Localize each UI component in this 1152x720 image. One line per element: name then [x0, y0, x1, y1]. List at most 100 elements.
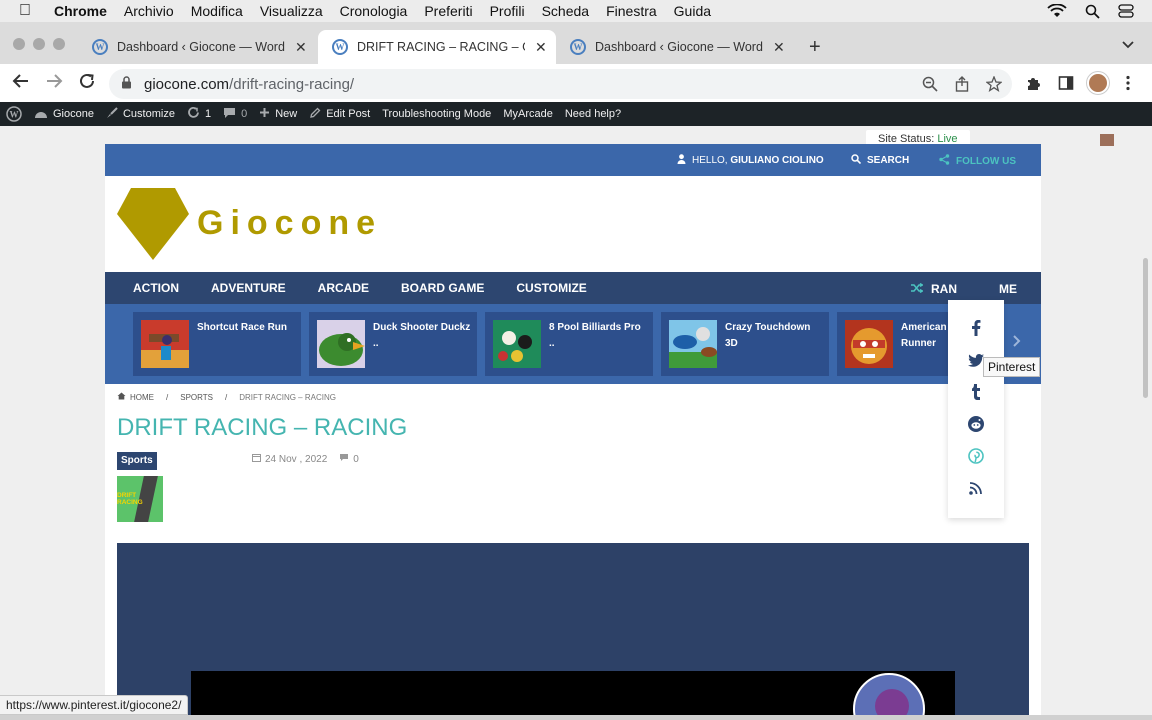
forward-button[interactable]	[45, 72, 63, 95]
post-date: 24 Nov , 2022	[265, 453, 328, 465]
nav-customize[interactable]: CUSTOMIZE	[516, 281, 586, 295]
menu-profili[interactable]: Profili	[490, 3, 525, 19]
breadcrumb-section[interactable]: SPORTS	[180, 393, 213, 402]
admin-avatar[interactable]	[1100, 134, 1114, 146]
tumblr-icon[interactable]	[968, 384, 984, 400]
game-thumbnail	[141, 320, 189, 368]
window-zoom-button[interactable]	[53, 38, 65, 50]
apple-menu-icon[interactable]: 	[19, 2, 37, 20]
facebook-icon[interactable]	[968, 320, 984, 336]
admin-customize-link[interactable]: Customize	[106, 106, 175, 122]
menu-chrome[interactable]: Chrome	[54, 3, 107, 19]
game-title: 8 Pool Billiards Pro ..	[549, 322, 641, 349]
nav-board-game[interactable]: BOARD GAME	[401, 281, 484, 295]
lock-icon[interactable]	[121, 76, 132, 92]
reload-button[interactable]	[78, 72, 96, 95]
admin-site-link[interactable]: Giocone	[34, 107, 94, 122]
admin-new-label: New	[275, 108, 298, 120]
nav-adventure[interactable]: ADVENTURE	[211, 281, 286, 295]
twitter-icon[interactable]	[968, 352, 984, 368]
menu-scheda[interactable]: Scheda	[542, 3, 589, 19]
bookmark-star-icon[interactable]	[985, 75, 1003, 96]
back-button[interactable]	[12, 72, 30, 95]
game-title: Shortcut Race Run	[197, 322, 288, 333]
carousel-card[interactable]: Crazy Touchdown 3D	[661, 312, 829, 376]
breadcrumb-separator: /	[224, 392, 228, 402]
new-tab-button[interactable]: +	[809, 36, 821, 59]
tab-dashboard-1[interactable]: W Dashboard ‹ Giocone — WordPress ✕	[78, 30, 318, 64]
window-close-button[interactable]	[13, 38, 25, 50]
carousel-card[interactable]: Duck Shooter Duckz ..	[309, 312, 477, 376]
game-thumbnail	[845, 320, 893, 368]
admin-new-link[interactable]: New	[259, 107, 297, 121]
control-center-icon[interactable]	[1118, 4, 1134, 18]
link-status-bar: https://www.pinterest.it/giocone2/	[0, 695, 189, 715]
admin-troubleshooting-link[interactable]: Troubleshooting Mode	[382, 108, 491, 120]
giocone-diamond-logo[interactable]	[117, 188, 189, 265]
site-brand-name[interactable]: Giocone	[197, 204, 382, 243]
tab-close-icon[interactable]: ✕	[295, 39, 307, 56]
address-bar[interactable]: giocone.com/drift-racing-racing/	[109, 69, 1012, 99]
hello-user-link[interactable]: HELLO, GIULIANO CIOLINO	[677, 154, 824, 167]
follow-us-link[interactable]: FOLLOW US	[939, 154, 1016, 168]
nav-action[interactable]: ACTION	[133, 281, 179, 295]
random-label: RAN	[931, 282, 957, 296]
menu-guida[interactable]: Guida	[674, 3, 711, 19]
breadcrumb-separator: /	[166, 392, 169, 402]
post-meta: 24 Nov , 2022 0	[252, 453, 359, 465]
side-panel-icon[interactable]	[1058, 75, 1074, 96]
admin-myarcade-link[interactable]: MyArcade	[503, 108, 553, 120]
tab-drift-racing[interactable]: W DRIFT RACING – RACING – Giocone ✕	[318, 30, 556, 64]
search-label: SEARCH	[867, 155, 910, 166]
profile-avatar[interactable]	[1087, 72, 1109, 94]
site-search-link[interactable]: SEARCH	[851, 154, 909, 167]
admin-help-link[interactable]: Need help?	[565, 108, 621, 120]
admin-edit-label: Edit Post	[326, 108, 371, 120]
carousel-card[interactable]: Shortcut Race Run	[133, 312, 301, 376]
menu-modifica[interactable]: Modifica	[191, 3, 243, 19]
tab-dashboard-2[interactable]: W Dashboard ‹ Giocone — WordPress ✕	[556, 30, 796, 64]
share-icon[interactable]	[954, 76, 970, 96]
page-scrollbar[interactable]	[1143, 258, 1148, 398]
menu-visualizza[interactable]: Visualizza	[260, 3, 323, 19]
post-category-badge[interactable]: Sports	[117, 452, 157, 470]
url-host: giocone.com	[144, 75, 230, 93]
post-comment-count[interactable]: 0	[353, 454, 359, 465]
tab-close-icon[interactable]: ✕	[535, 39, 547, 56]
hello-label: HELLO,	[692, 155, 728, 166]
window-minimize-button[interactable]	[33, 38, 45, 50]
rss-icon[interactable]	[968, 480, 984, 496]
spotlight-search-icon[interactable]	[1085, 4, 1100, 19]
tab-search-chevron-icon[interactable]	[1122, 38, 1134, 52]
extensions-puzzle-icon[interactable]	[1026, 75, 1042, 96]
brush-icon	[106, 106, 118, 122]
random-label-tail: ME	[999, 282, 1017, 296]
zoom-icon[interactable]	[922, 76, 938, 96]
chrome-menu-icon[interactable]	[1126, 75, 1130, 96]
follow-us-dropdown	[948, 300, 1004, 518]
random-game-link[interactable]: RAN ME	[911, 282, 1017, 296]
admin-edit-post-link[interactable]: Edit Post	[309, 107, 370, 122]
reddit-icon[interactable]	[968, 416, 984, 432]
menu-finestra[interactable]: Finestra	[606, 3, 657, 19]
updates-count: 1	[204, 108, 212, 120]
game-canvas[interactable]	[191, 671, 955, 720]
menu-archivio[interactable]: Archivio	[124, 3, 174, 19]
admin-updates-link[interactable]: 1	[187, 106, 211, 122]
site-wrapper: HELLO, GIULIANO CIOLINO SEARCH FOLLOW US…	[105, 144, 1041, 720]
nav-arcade[interactable]: ARCADE	[318, 281, 369, 295]
post-game-thumbnail[interactable]: DRIFT RACING	[117, 476, 163, 522]
pinterest-icon[interactable]	[968, 448, 984, 464]
carousel-next-chevron-icon[interactable]	[1013, 334, 1021, 352]
menu-cronologia[interactable]: Cronologia	[340, 3, 408, 19]
breadcrumb-home[interactable]: HOME	[130, 393, 154, 402]
wp-logo-icon[interactable]: W	[6, 106, 22, 122]
wifi-icon[interactable]	[1047, 4, 1067, 18]
carousel-card[interactable]: 8 Pool Billiards Pro ..	[485, 312, 653, 376]
tab-title: DRIFT RACING – RACING – Giocone	[357, 40, 525, 54]
menu-preferiti[interactable]: Preferiti	[424, 3, 472, 19]
tab-close-icon[interactable]: ✕	[773, 39, 785, 56]
wordpress-favicon-icon: W	[92, 39, 108, 55]
admin-comments-link[interactable]: 0	[223, 107, 247, 122]
home-icon	[117, 392, 126, 402]
